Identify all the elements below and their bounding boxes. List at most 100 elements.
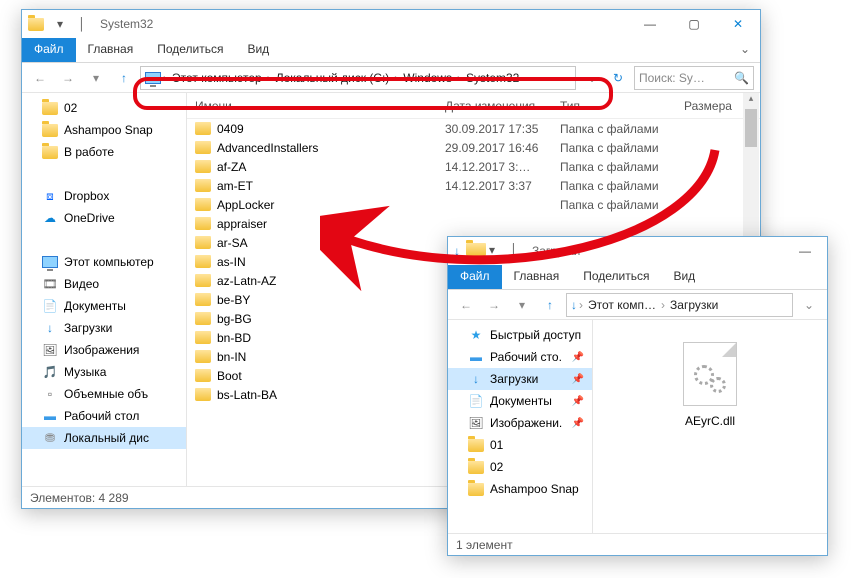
forward-button[interactable]: → (56, 66, 80, 90)
nav-item[interactable]: Этот компьютер (22, 251, 186, 273)
nav-item[interactable]: 🖼Изображения (22, 339, 186, 361)
pin-icon: 📌 (572, 374, 584, 385)
nav-item[interactable]: Ashampoo Snap (448, 478, 592, 500)
nav-item[interactable]: ★Быстрый доступ (448, 324, 592, 346)
up-button[interactable]: ↑ (538, 293, 562, 317)
scrollbar-thumb[interactable] (745, 109, 757, 147)
col-type[interactable]: Тип (552, 99, 676, 113)
breadcrumb-seg[interactable]: Этот компьютер (169, 71, 265, 85)
address-dropdown-icon[interactable]: ⌄ (797, 293, 821, 317)
titlebar[interactable]: ▾│ System32 — ▢ ✕ (22, 10, 760, 38)
ribbon-tabs: Файл Главная Поделиться Вид (448, 265, 827, 290)
file-name: ar-SA (217, 236, 248, 250)
up-button[interactable]: ↑ (112, 66, 136, 90)
folder-icon (195, 293, 211, 306)
window-title: Загрузки (532, 244, 580, 258)
scroll-up-icon[interactable]: ▴ (743, 93, 759, 109)
nav-item[interactable] (22, 229, 186, 251)
quick-access-toolbar[interactable]: ▾│ (466, 243, 524, 259)
tab-home[interactable]: Главная (502, 265, 572, 289)
file-name: 0409 (217, 122, 244, 136)
nav-item[interactable] (22, 163, 186, 185)
column-headers[interactable]: Имени Дата изменения Тип Размера (187, 93, 760, 119)
breadcrumb-seg[interactable]: Загрузки (667, 298, 721, 312)
nav-item[interactable]: ↓Загрузки (22, 317, 186, 339)
tab-view[interactable]: Вид (661, 265, 707, 289)
tab-share[interactable]: Поделиться (145, 38, 235, 62)
col-name[interactable]: Имени (187, 99, 437, 113)
table-row[interactable]: AppLockerПапка с файлами (187, 195, 760, 214)
navigation-pane[interactable]: 02Ashampoo SnapВ работе ⧈Dropbox☁OneDrive… (22, 93, 187, 486)
chevron-right-icon[interactable]: › (267, 71, 271, 85)
file-name: appraiser (217, 217, 267, 231)
breadcrumb-seg[interactable]: Этот комп… (585, 298, 659, 312)
nav-item[interactable]: 📄Документы (22, 295, 186, 317)
back-button[interactable]: ← (454, 293, 478, 317)
nav-item[interactable]: 🎵Музыка (22, 361, 186, 383)
navigation-pane[interactable]: ★Быстрый доступ▬Рабочий сто.📌↓Загрузки📌📄… (448, 320, 593, 533)
tab-file[interactable]: Файл (22, 38, 76, 62)
tab-file[interactable]: Файл (448, 265, 502, 289)
nav-item[interactable]: ▬Рабочий стол (22, 405, 186, 427)
tab-view[interactable]: Вид (235, 38, 281, 62)
breadcrumb-seg[interactable]: System32 (463, 71, 522, 85)
breadcrumb-seg[interactable]: Windows (400, 71, 455, 85)
chevron-right-icon[interactable]: › (394, 71, 398, 85)
search-input[interactable]: Поиск: Sy… 🔍 (634, 66, 754, 90)
file-date: 30.09.2017 17:35 (437, 122, 552, 136)
file-name: be-BY (217, 293, 250, 307)
address-bar[interactable]: › Этот компьютер › Локальный диск (C:) ›… (140, 66, 576, 90)
dll-file-icon[interactable] (683, 342, 737, 406)
table-row[interactable]: appraiser (187, 214, 760, 233)
pin-icon: 📌 (572, 352, 584, 363)
chevron-right-icon[interactable]: › (457, 71, 461, 85)
nav-item[interactable]: 📄Документы📌 (448, 390, 592, 412)
nav-item[interactable]: 02 (22, 97, 186, 119)
nav-item[interactable]: ▬Рабочий сто.📌 (448, 346, 592, 368)
tab-share[interactable]: Поделиться (571, 265, 661, 289)
tab-home[interactable]: Главная (76, 38, 146, 62)
nav-item[interactable]: 🖼Изображени.📌 (448, 412, 592, 434)
nav-item-label: Изображени. (490, 416, 562, 430)
nav-item[interactable]: ▫Объемные объ (22, 383, 186, 405)
table-row[interactable]: af-ZA14.12.2017 3:…Папка с файлами (187, 157, 760, 176)
close-button[interactable]: ✕ (716, 13, 760, 35)
back-button[interactable]: ← (28, 66, 52, 90)
video-icon: 🎞 (42, 276, 58, 292)
dropbox-icon: ⧈ (42, 188, 58, 204)
nav-item[interactable]: ↓Загрузки📌 (448, 368, 592, 390)
table-row[interactable]: 040930.09.2017 17:35Папка с файлами (187, 119, 760, 138)
file-name[interactable]: AEyrC.dll (685, 414, 735, 428)
table-row[interactable]: am-ET14.12.2017 3:37Папка с файлами (187, 176, 760, 195)
recent-dropdown[interactable]: ▾ (84, 66, 108, 90)
monitor-icon (145, 72, 161, 84)
chevron-right-icon[interactable]: › (661, 298, 665, 312)
chevron-right-icon[interactable]: › (163, 71, 167, 85)
titlebar[interactable]: ↓ ▾│ Загрузки — (448, 237, 827, 265)
nav-item[interactable]: 02 (448, 456, 592, 478)
minimize-button[interactable]: — (783, 240, 827, 262)
address-bar[interactable]: ↓ › Этот комп… › Загрузки (566, 293, 793, 317)
nav-item[interactable]: ☁OneDrive (22, 207, 186, 229)
maximize-button[interactable]: ▢ (672, 13, 716, 35)
ribbon-expand-icon[interactable]: ⌄ (730, 38, 760, 62)
nav-item[interactable]: Ashampoo Snap (22, 119, 186, 141)
nav-item[interactable]: ⧈Dropbox (22, 185, 186, 207)
table-row[interactable]: AdvancedInstallers29.09.2017 16:46Папка … (187, 138, 760, 157)
refresh-icon[interactable]: ↻ (606, 66, 630, 90)
nav-item[interactable]: ⛃Локальный дис (22, 427, 186, 449)
chevron-right-icon[interactable]: › (579, 298, 583, 312)
folder-icon (42, 100, 58, 116)
col-date[interactable]: Дата изменения (437, 99, 552, 113)
forward-button[interactable]: → (482, 293, 506, 317)
nav-item[interactable]: 🎞Видео (22, 273, 186, 295)
minimize-button[interactable]: — (628, 13, 672, 35)
nav-item[interactable]: В работе (22, 141, 186, 163)
nav-item[interactable]: 01 (448, 434, 592, 456)
address-dropdown-icon[interactable]: ⌄ (580, 66, 604, 90)
recent-dropdown[interactable]: ▾ (510, 293, 534, 317)
file-area[interactable]: AEyrC.dll (593, 320, 827, 533)
quick-access-toolbar[interactable]: ▾│ (50, 17, 92, 31)
item-count: 1 элемент (456, 538, 513, 552)
breadcrumb-seg[interactable]: Локальный диск (C:) (273, 71, 393, 85)
